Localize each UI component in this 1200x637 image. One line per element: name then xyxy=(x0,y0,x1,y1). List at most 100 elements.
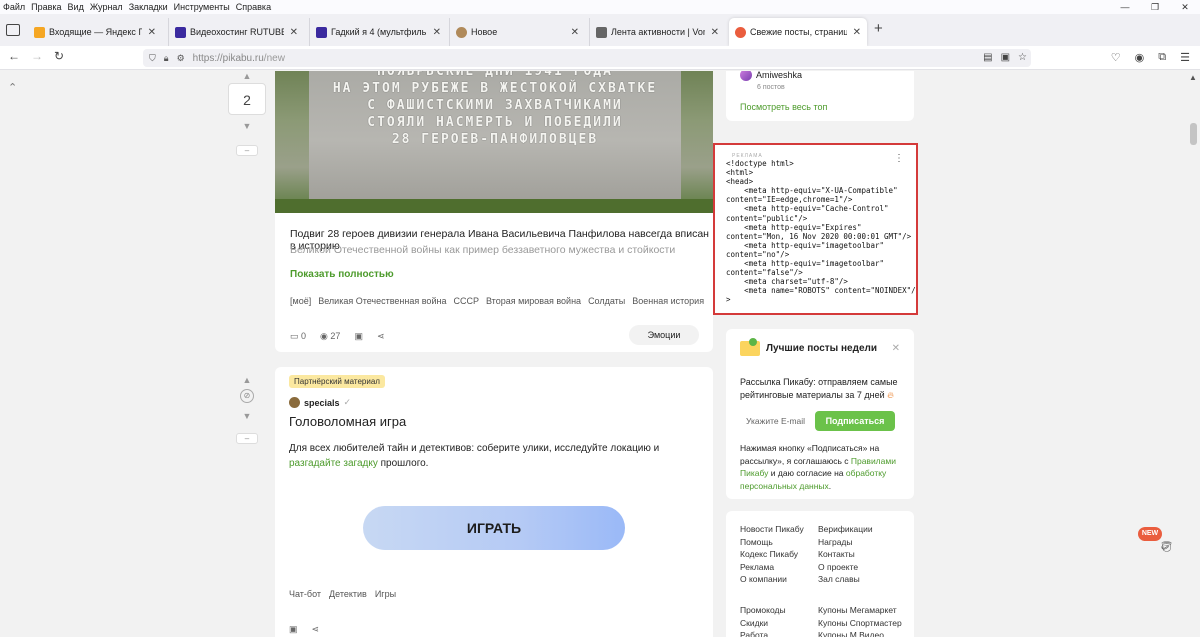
reader-view-icon[interactable]: ▤ xyxy=(983,52,992,63)
riddle-link[interactable]: разгадайте загадку xyxy=(289,458,378,469)
downvote-icon[interactable]: ▼ xyxy=(243,411,252,421)
footer-link[interactable]: Помощь xyxy=(740,536,804,549)
save-icon[interactable]: ▣ xyxy=(354,331,363,342)
close-tab-icon[interactable]: ✕ xyxy=(571,27,579,38)
scrollbar-thumb[interactable] xyxy=(1190,123,1197,145)
paint-bucket-icon[interactable]: 🪣︎ xyxy=(1160,542,1173,553)
footer-link[interactable]: Новости Пикабу xyxy=(740,523,804,536)
author-name: specials xyxy=(304,397,340,408)
url-bar[interactable]: ⛉ 🔒︎ ⚙ https://pikabu.ru/new ▤ ▣ ☆ xyxy=(143,49,1031,67)
footer-link[interactable]: Скидки xyxy=(740,617,786,630)
scroll-top-icon[interactable]: ⌃ xyxy=(8,81,17,94)
post-card: НОЯБРЬСКИЕ ДНИ 1941 ГОДА НА ЭТОМ РУБЕЖЕ … xyxy=(275,71,713,352)
footer-link[interactable]: Купоны Спортмастер xyxy=(818,617,902,630)
footer-link[interactable]: Зал славы xyxy=(818,573,873,586)
footer-link[interactable]: Купоны Мегамаркет xyxy=(818,604,902,617)
user-name: Amiweshka xyxy=(756,71,803,80)
url-text[interactable]: https://pikabu.ru/new xyxy=(193,53,285,64)
reload-icon[interactable]: ↻ xyxy=(54,49,64,63)
restore-icon[interactable]: ❐ xyxy=(1140,0,1170,14)
footer-link[interactable]: Награды xyxy=(818,536,873,549)
close-tab-icon[interactable]: ✕ xyxy=(433,27,441,38)
footer-link[interactable]: Контакты xyxy=(818,548,873,561)
tab-yandex-mail[interactable]: Входящие — Яндекс Почта ✕ xyxy=(28,18,162,46)
menu-view[interactable]: Вид xyxy=(65,2,87,12)
account-icon[interactable]: ◉ xyxy=(1135,51,1145,64)
footer-link[interactable]: Купоны М.Видео xyxy=(818,629,902,637)
tag[interactable]: Вторая мировая война xyxy=(486,296,581,306)
shield-icon[interactable]: ⛉ xyxy=(149,53,156,64)
pocket-icon[interactable]: ♡ xyxy=(1111,51,1121,64)
lock-icon[interactable]: 🔒︎ xyxy=(164,53,169,64)
upvote-icon[interactable]: ▲ xyxy=(243,71,252,81)
share-icon[interactable]: ⋖ xyxy=(377,331,385,342)
close-tab-icon[interactable]: ✕ xyxy=(148,27,156,38)
tag[interactable]: Чат-бот xyxy=(289,589,321,599)
tag[interactable]: Солдаты xyxy=(588,296,625,306)
footer-link[interactable]: Работа xyxy=(740,629,786,637)
menu-history[interactable]: Журнал xyxy=(87,2,126,12)
comments-button[interactable]: ▭ 0 xyxy=(290,331,306,342)
tab-new[interactable]: Новое ✕ xyxy=(449,18,585,46)
menu-file[interactable]: Файл xyxy=(0,2,28,12)
show-more-link[interactable]: Показать полностью xyxy=(290,269,394,280)
tab-rutube[interactable]: Видеохостинг RUTUBE. Смотр ✕ xyxy=(168,18,304,46)
close-icon[interactable]: ✕ xyxy=(892,343,900,354)
close-tab-icon[interactable]: ✕ xyxy=(711,27,719,38)
tab-despicable-me[interactable]: Гадкий я 4 (мультфильм, 2024 ✕ xyxy=(309,18,447,46)
footer-link[interactable]: О компании xyxy=(740,573,804,586)
tag[interactable]: Военная история xyxy=(632,296,704,306)
footer-link[interactable]: Верификации xyxy=(818,523,873,536)
scroll-up-arrow-icon[interactable]: ▲ xyxy=(1189,73,1197,82)
tag[interactable]: Игры xyxy=(375,589,396,599)
footer-link[interactable]: Реклама xyxy=(740,561,804,574)
menu-tools[interactable]: Инструменты xyxy=(171,2,233,12)
top-user[interactable]: Amiweshka xyxy=(740,71,802,81)
share-icon[interactable]: ⋖ xyxy=(312,624,320,635)
post-title[interactable]: Головоломная игра xyxy=(289,414,406,429)
close-tab-icon[interactable]: ✕ xyxy=(290,27,298,38)
menu-bar: Файл Правка Вид Журнал Закладки Инструме… xyxy=(0,0,1200,14)
permissions-icon[interactable]: ⚙ xyxy=(177,53,185,64)
upvote-icon[interactable]: ▲ xyxy=(243,375,252,385)
tab-pikabu-fresh[interactable]: Свежие посты, страница 3 | П ✕ xyxy=(729,18,867,46)
menu-bookmarks[interactable]: Закладки xyxy=(126,2,171,12)
new-tab-icon[interactable]: + xyxy=(874,20,883,37)
save-icon[interactable]: ▣ xyxy=(289,624,298,635)
tab-vombat[interactable]: Лента активности | Vombat.su ✕ xyxy=(589,18,725,46)
emotions-button[interactable]: Эмоции xyxy=(629,325,699,345)
new-badge[interactable]: NEW xyxy=(1138,527,1162,541)
email-field[interactable] xyxy=(740,411,822,431)
scrollbar[interactable]: ▲ xyxy=(1186,71,1200,637)
downvote-icon[interactable]: ▼ xyxy=(243,121,252,131)
menu-edit[interactable]: Правка xyxy=(28,2,64,12)
tab-overview-icon[interactable] xyxy=(6,24,20,36)
app-menu-icon[interactable]: ☰ xyxy=(1180,51,1190,64)
post-image[interactable]: НОЯБРЬСКИЕ ДНИ 1941 ГОДА НА ЭТОМ РУБЕЖЕ … xyxy=(275,71,713,213)
back-icon[interactable]: ← xyxy=(8,49,20,63)
play-button[interactable]: ИГРАТЬ xyxy=(363,506,625,550)
subscribe-button[interactable]: Подписаться xyxy=(815,411,895,431)
footer-link[interactable]: Промокоды xyxy=(740,604,786,617)
see-all-top-link[interactable]: Посмотреть весь топ xyxy=(740,102,827,112)
tab-label: Новое xyxy=(471,27,498,37)
ad-block: РЕКЛАМА ⋮ <!doctype html> <html> <head> … xyxy=(713,143,918,315)
tag[interactable]: Великая Отечественная война xyxy=(318,296,446,306)
post-tags: [моё] Великая Отечественная война СССР В… xyxy=(290,296,704,306)
tag[interactable]: Детектив xyxy=(329,589,367,599)
close-tab-icon[interactable]: ✕ xyxy=(853,27,861,38)
bookmark-star-icon[interactable]: ☆ xyxy=(1018,52,1027,63)
footer-link[interactable]: О проекте xyxy=(818,561,873,574)
extensions-icon[interactable]: ⧉ xyxy=(1158,51,1166,64)
footer-link[interactable]: Кодекс Пикабу xyxy=(740,548,804,561)
tag[interactable]: [моё] xyxy=(290,296,311,306)
picture-icon[interactable]: ▣ xyxy=(1001,52,1010,63)
collapse-post-button[interactable]: – xyxy=(236,145,258,156)
post-author[interactable]: specials ✓ xyxy=(289,397,351,408)
collapse-post-button[interactable]: – xyxy=(236,433,258,444)
close-window-icon[interactable]: ✕ xyxy=(1170,0,1200,14)
minimize-icon[interactable]: — xyxy=(1110,0,1140,14)
forward-icon[interactable]: → xyxy=(31,49,43,63)
tag[interactable]: СССР xyxy=(453,296,479,306)
menu-help[interactable]: Справка xyxy=(233,2,274,12)
